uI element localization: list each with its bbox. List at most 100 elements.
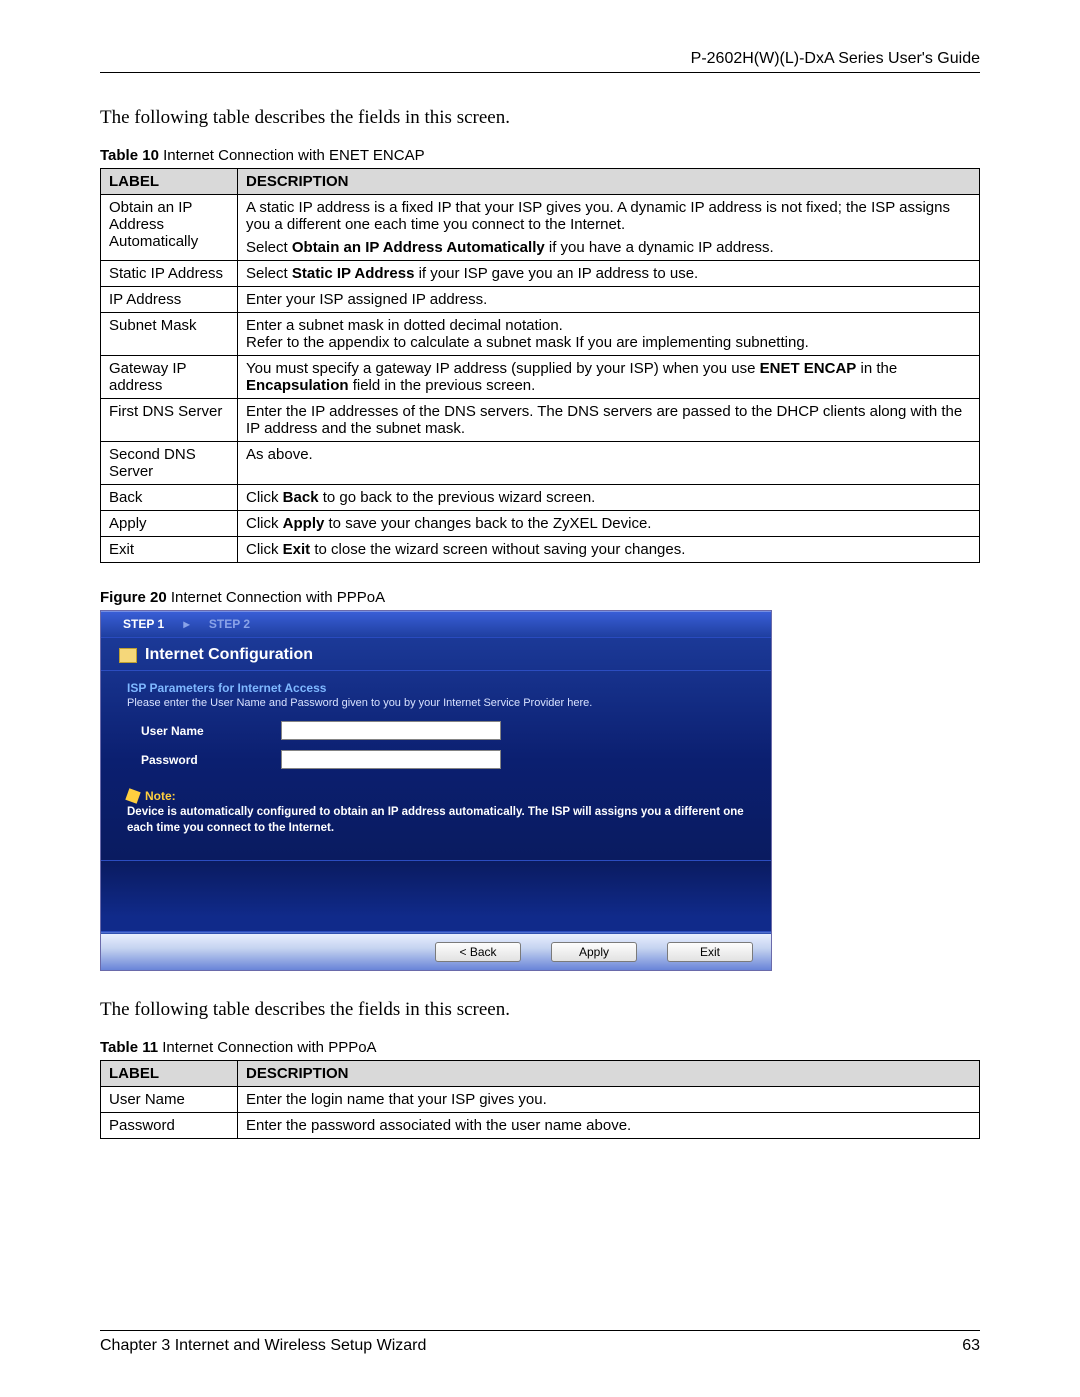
- note-text: Device is automatically configured to ob…: [127, 805, 745, 836]
- table-row: Gateway IP address You must specify a ga…: [101, 356, 980, 399]
- t: Select: [246, 265, 292, 282]
- b: Obtain an IP Address Automatically: [292, 239, 545, 256]
- step-tabs: STEP 1 ▸ STEP 2: [101, 611, 771, 638]
- row2-desc: Enter your ISP assigned IP address.: [238, 287, 980, 313]
- note-block: Note: Device is automatically configured…: [101, 779, 771, 850]
- t: to go back to the previous wizard screen…: [319, 489, 596, 506]
- exit-button[interactable]: Exit: [667, 942, 753, 962]
- t11-row0-desc: Enter the login name that your ISP gives…: [238, 1087, 980, 1113]
- password-label: Password: [127, 753, 281, 767]
- t: Click: [246, 515, 283, 532]
- t: Select: [246, 239, 292, 256]
- row6-label: Second DNS Server: [101, 442, 238, 485]
- row2-label: IP Address: [101, 287, 238, 313]
- table-row: Apply Click Apply to save your changes b…: [101, 511, 980, 537]
- table10: LABEL DESCRIPTION Obtain an IP Address A…: [100, 168, 980, 563]
- row3-desc-l2: Refer to the appendix to calculate a sub…: [246, 334, 971, 351]
- page-footer: Chapter 3 Internet and Wireless Setup Wi…: [100, 1330, 980, 1355]
- t: You must specify a gateway IP address (s…: [246, 360, 760, 377]
- table-row: Exit Click Exit to close the wizard scre…: [101, 537, 980, 563]
- b: Exit: [283, 541, 311, 558]
- row6-desc: As above.: [238, 442, 980, 485]
- t11-row1-desc: Enter the password associated with the u…: [238, 1113, 980, 1139]
- t11-row0-label: User Name: [101, 1087, 238, 1113]
- table10-head-desc: DESCRIPTION: [238, 169, 980, 195]
- t: field in the previous screen.: [349, 377, 536, 394]
- wizard-spacer: [101, 860, 771, 932]
- t: to save your changes back to the ZyXEL D…: [324, 515, 651, 532]
- note-title-text: Note:: [145, 789, 176, 803]
- row5-desc: Enter the IP addresses of the DNS server…: [238, 399, 980, 442]
- table-row: Back Click Back to go back to the previo…: [101, 485, 980, 511]
- isp-params-subtitle: Please enter the User Name and Password …: [127, 697, 745, 709]
- back-button[interactable]: < Back: [435, 942, 521, 962]
- row0-desc-line1: A static IP address is a fixed IP that y…: [246, 199, 971, 233]
- figure20-caption: Figure 20 Internet Connection with PPPoA: [100, 589, 980, 606]
- row4-desc: You must specify a gateway IP address (s…: [238, 356, 980, 399]
- t: if you have a dynamic IP address.: [545, 239, 774, 256]
- table11-caption-num: Table 11: [100, 1039, 158, 1056]
- isp-params-title: ISP Parameters for Internet Access: [127, 681, 745, 695]
- table10-caption-num: Table 10: [100, 147, 159, 164]
- row3-desc-l1: Enter a subnet mask in dotted decimal no…: [246, 317, 971, 334]
- table10-caption: Table 10 Internet Connection with ENET E…: [100, 147, 980, 164]
- page-header: P-2602H(W)(L)-DxA Series User's Guide: [100, 50, 980, 73]
- row7-label: Back: [101, 485, 238, 511]
- section-heading: Internet Configuration: [101, 638, 771, 671]
- footer-page-number: 63: [962, 1337, 980, 1355]
- footer-chapter: Chapter 3 Internet and Wireless Setup Wi…: [100, 1337, 426, 1355]
- table-row: User Name Enter the login name that your…: [101, 1087, 980, 1113]
- table-row: Obtain an IP Address Automatically A sta…: [101, 195, 980, 261]
- t: in the: [856, 360, 897, 377]
- table10-head-label: LABEL: [101, 169, 238, 195]
- username-label: User Name: [127, 724, 281, 738]
- b: Static IP Address: [292, 265, 415, 282]
- table-row: Second DNS Server As above.: [101, 442, 980, 485]
- username-input[interactable]: [281, 721, 501, 740]
- table11-head-label: LABEL: [101, 1061, 238, 1087]
- tab-step1[interactable]: STEP 1: [123, 617, 164, 631]
- row1-label: Static IP Address: [101, 261, 238, 287]
- row0-desc: A static IP address is a fixed IP that y…: [238, 195, 980, 261]
- wizard-button-bar: < Back Apply Exit: [101, 934, 771, 970]
- apply-button[interactable]: Apply: [551, 942, 637, 962]
- table-row: Subnet Mask Enter a subnet mask in dotte…: [101, 313, 980, 356]
- row8-desc: Click Apply to save your changes back to…: [238, 511, 980, 537]
- t: Click: [246, 541, 283, 558]
- figure20-caption-text: Internet Connection with PPPoA: [167, 589, 385, 606]
- row7-desc: Click Back to go back to the previous wi…: [238, 485, 980, 511]
- table-row: Password Enter the password associated w…: [101, 1113, 980, 1139]
- row0-desc-line2: Select Obtain an IP Address Automaticall…: [246, 239, 971, 256]
- b: Back: [283, 489, 319, 506]
- b: Encapsulation: [246, 377, 349, 394]
- row9-desc: Click Exit to close the wizard screen wi…: [238, 537, 980, 563]
- intro-paragraph-1: The following table describes the fields…: [100, 107, 980, 129]
- wizard-window: STEP 1 ▸ STEP 2 Internet Configuration I…: [100, 610, 772, 971]
- table11: LABEL DESCRIPTION User Name Enter the lo…: [100, 1060, 980, 1139]
- b: Apply: [283, 515, 325, 532]
- row3-desc: Enter a subnet mask in dotted decimal no…: [238, 313, 980, 356]
- figure20-caption-num: Figure 20: [100, 589, 167, 606]
- section-title-text: Internet Configuration: [145, 646, 313, 664]
- form-row-username: User Name: [127, 721, 745, 740]
- row1-desc: Select Static IP Address if your ISP gav…: [238, 261, 980, 287]
- wizard-top: STEP 1 ▸ STEP 2 Internet Configuration I…: [101, 611, 771, 860]
- row8-label: Apply: [101, 511, 238, 537]
- tab-step2[interactable]: STEP 2: [209, 617, 250, 631]
- folder-icon: [119, 648, 137, 663]
- header-title: P-2602H(W)(L)-DxA Series User's Guide: [691, 50, 980, 67]
- form-row-password: Password: [127, 750, 745, 769]
- row9-label: Exit: [101, 537, 238, 563]
- row5-label: First DNS Server: [101, 399, 238, 442]
- table-row: Static IP Address Select Static IP Addre…: [101, 261, 980, 287]
- step-separator-icon: ▸: [183, 617, 189, 631]
- password-input[interactable]: [281, 750, 501, 769]
- table11-caption-text: Internet Connection with PPPoA: [158, 1039, 376, 1056]
- row4-label: Gateway IP address: [101, 356, 238, 399]
- table10-caption-text: Internet Connection with ENET ENCAP: [159, 147, 425, 164]
- t11-row1-label: Password: [101, 1113, 238, 1139]
- isp-parameters-block: ISP Parameters for Internet Access Pleas…: [101, 671, 771, 769]
- t: Click: [246, 489, 283, 506]
- table11-caption: Table 11 Internet Connection with PPPoA: [100, 1039, 980, 1056]
- table-row: First DNS Server Enter the IP addresses …: [101, 399, 980, 442]
